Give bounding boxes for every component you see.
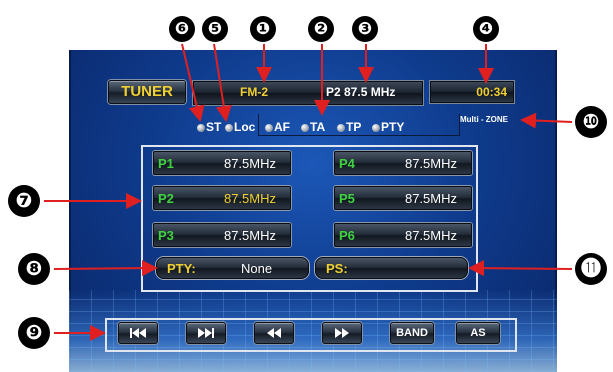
callout-3: ❸ <box>352 16 378 42</box>
callout-10: ❿ <box>575 106 607 138</box>
callout-2: ❷ <box>308 16 334 42</box>
callout-1: ❶ <box>250 16 276 42</box>
callout-11: ⓫ <box>575 253 607 285</box>
callout-4: ❹ <box>473 16 499 42</box>
callout-arrows <box>44 43 573 341</box>
callout-6: ❻ <box>169 16 195 42</box>
callout-9: ❾ <box>18 317 50 349</box>
callout-5: ❺ <box>202 16 228 42</box>
callout-7: ❼ <box>8 185 40 217</box>
callout-8: ❽ <box>18 253 50 285</box>
